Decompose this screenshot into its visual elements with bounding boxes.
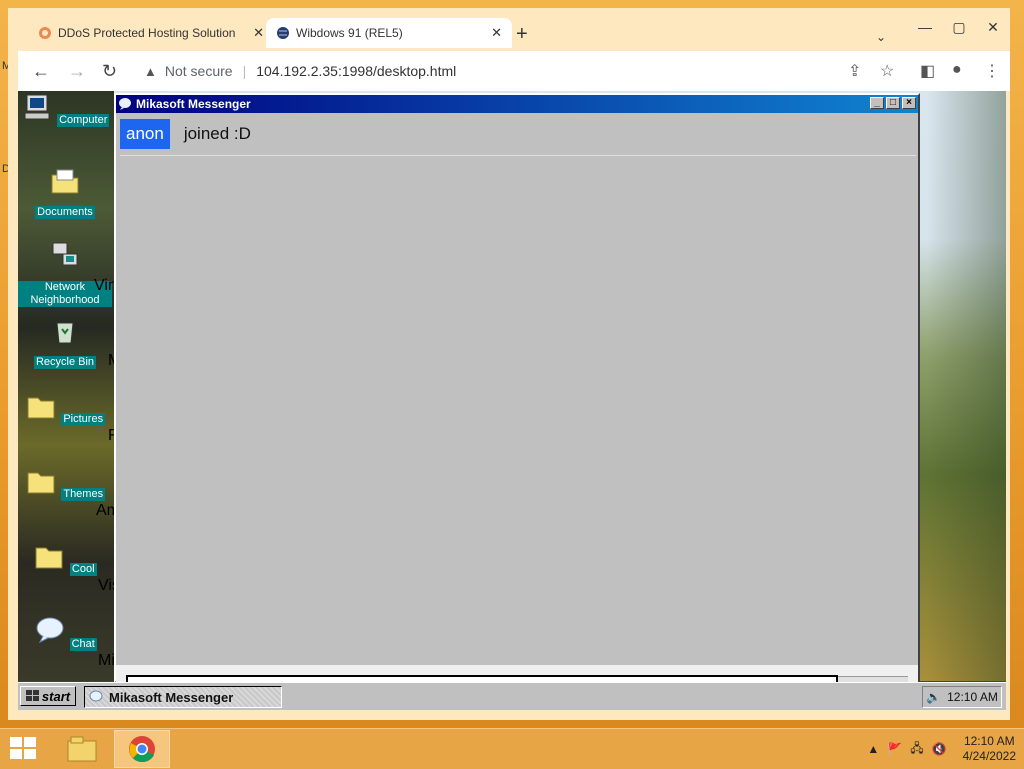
desktop-icon-label: Cool <box>69 563 97 576</box>
messenger-titlebar[interactable]: Mikasoft Messenger _ □ × <box>116 95 918 113</box>
desktop-icon-label: Documents <box>35 206 95 219</box>
chat-log: anon joined :D <box>120 117 916 156</box>
desktop-icon-chat[interactable]: Chat <box>18 615 112 652</box>
close-window-icon[interactable]: ✕ <box>976 16 1010 40</box>
wibdows-tray: 🔈 12:10 AM <box>922 686 1002 708</box>
taskbar-item-label: Mikasoft Messenger <box>109 689 234 705</box>
system-clock[interactable]: 12:10 AM 4/24/2022 <box>963 734 1016 764</box>
tab-strip: DDoS Protected Hosting Solution ✕ Wibdow… <box>8 14 1010 48</box>
tray-clock: 12:10 AM <box>947 690 998 704</box>
volume-icon[interactable]: 🔇 <box>932 742 947 756</box>
folder-documents-icon <box>51 169 79 194</box>
close-tab-icon[interactable]: ✕ <box>491 25 502 41</box>
tab-ddos[interactable]: DDoS Protected Hosting Solution ✕ <box>28 18 274 48</box>
start-button[interactable]: start <box>20 686 76 706</box>
bookmark-star-icon[interactable]: ☆ <box>880 61 894 81</box>
tab-title: DDoS Protected Hosting Solution <box>58 26 236 40</box>
folder-icon <box>35 547 63 569</box>
tab-title: Wibdows 91 (REL5) <box>296 26 403 40</box>
web-viewport: Computer Documents Network Neighborhood … <box>18 91 1006 710</box>
globe-favicon-icon <box>277 27 289 39</box>
divider: | <box>242 63 247 79</box>
folder-icon <box>27 472 55 494</box>
volume-icon[interactable]: 🔈 <box>926 690 941 704</box>
reload-icon[interactable]: ↻ <box>102 61 117 81</box>
desktop-icon-label: Themes <box>61 488 106 501</box>
desktop-icon-label: Chat <box>69 638 97 651</box>
network-icon[interactable]: 🖧 <box>910 739 923 760</box>
messenger-app-icon <box>89 690 103 702</box>
desktop-icon-cool[interactable]: Cool <box>18 540 112 577</box>
system-tray: ▲ 🚩 🖧 🔇 12:10 AM 4/24/2022 <box>867 729 1016 769</box>
desktop-icon-network[interactable]: Network Neighborhood <box>18 240 112 308</box>
share-icon[interactable]: ⇪ <box>848 61 861 81</box>
desktop-icon-computer[interactable]: Computer <box>18 91 112 128</box>
security-label[interactable]: Not secure <box>165 63 233 79</box>
back-arrow-icon[interactable]: ← <box>32 61 50 81</box>
file-explorer-icon[interactable] <box>54 730 110 768</box>
desktop-icon-label: Computer <box>57 114 110 127</box>
messenger-app-icon <box>119 98 131 110</box>
os-taskbar: ▲ 🚩 🖧 🔇 12:10 AM 4/24/2022 <box>0 728 1024 769</box>
taskbar-item-messenger[interactable]: Mikasoft Messenger <box>84 686 282 708</box>
desktop-icon-pictures[interactable]: Pictures <box>18 390 112 427</box>
maximize-icon[interactable]: □ <box>886 97 900 109</box>
close-tab-icon[interactable]: ✕ <box>253 25 264 41</box>
recycle-bin-icon <box>56 322 74 344</box>
start-label: start <box>41 688 71 704</box>
chat-message-text: joined :D <box>183 124 251 143</box>
title-buttons: _ □ × <box>868 97 916 109</box>
compose-area <box>116 665 918 687</box>
url-text[interactable]: 104.192.2.35:1998/desktop.html <box>256 63 456 79</box>
start-logo-icon <box>25 690 39 701</box>
chat-username: anon <box>120 119 170 149</box>
side-panel-icon[interactable]: ◧ <box>920 61 935 81</box>
maximize-icon[interactable]: ▢ <box>942 16 976 40</box>
menu-dots-icon[interactable]: ⋮ <box>984 61 1000 81</box>
clock-time: 12:10 AM <box>963 734 1015 748</box>
desktop-icon-recycle-bin[interactable]: Recycle Bin <box>18 315 112 370</box>
tab-search-chevron-icon[interactable]: ⌄ <box>876 30 886 44</box>
desktop-icon-label: Recycle Bin <box>33 356 97 369</box>
profile-avatar-icon[interactable]: ● <box>952 61 962 79</box>
warning-triangle-icon[interactable]: ▲ <box>144 64 157 79</box>
action-center-icon[interactable]: 🚩 <box>887 742 902 756</box>
flame-favicon-icon <box>39 27 51 39</box>
forward-arrow-icon[interactable]: → <box>68 61 86 81</box>
tab-wibdows[interactable]: Wibdows 91 (REL5) ✕ <box>266 18 512 48</box>
folder-icon <box>27 397 55 419</box>
tray-chevron-icon[interactable]: ▲ <box>867 742 879 756</box>
network-icon <box>52 242 78 266</box>
chat-icon <box>36 617 64 644</box>
desktop-icon-themes[interactable]: Themes <box>18 465 112 502</box>
minimize-icon[interactable]: _ <box>870 97 884 109</box>
cut-label: Mi <box>98 652 115 669</box>
close-icon[interactable]: × <box>902 97 916 109</box>
messenger-window: Mikasoft Messenger _ □ × anon joined :D <box>114 93 920 687</box>
desktop-icon-label: Pictures <box>61 413 106 426</box>
window-title: Mikasoft Messenger <box>136 97 251 111</box>
window-controls: — ▢ ✕ <box>908 16 1010 40</box>
windows-start-icon[interactable] <box>10 737 38 761</box>
chat-message: anon joined :D <box>120 117 916 151</box>
wibdows-taskbar: start Mikasoft Messenger 🔈 12:10 AM <box>18 682 1006 710</box>
computer-icon <box>24 94 50 120</box>
new-tab-icon[interactable]: + <box>516 24 528 44</box>
address-bar[interactable]: ▲ Not secure | 104.192.2.35:1998/desktop… <box>136 55 848 87</box>
desktop-icon-documents[interactable]: Documents <box>18 165 112 220</box>
browser-toolbar: ← → ↻ ▲ Not secure | 104.192.2.35:1998/d… <box>18 51 1010 91</box>
clock-date: 4/24/2022 <box>962 749 1016 763</box>
chrome-icon[interactable] <box>114 730 170 768</box>
minimize-icon[interactable]: — <box>908 16 942 40</box>
